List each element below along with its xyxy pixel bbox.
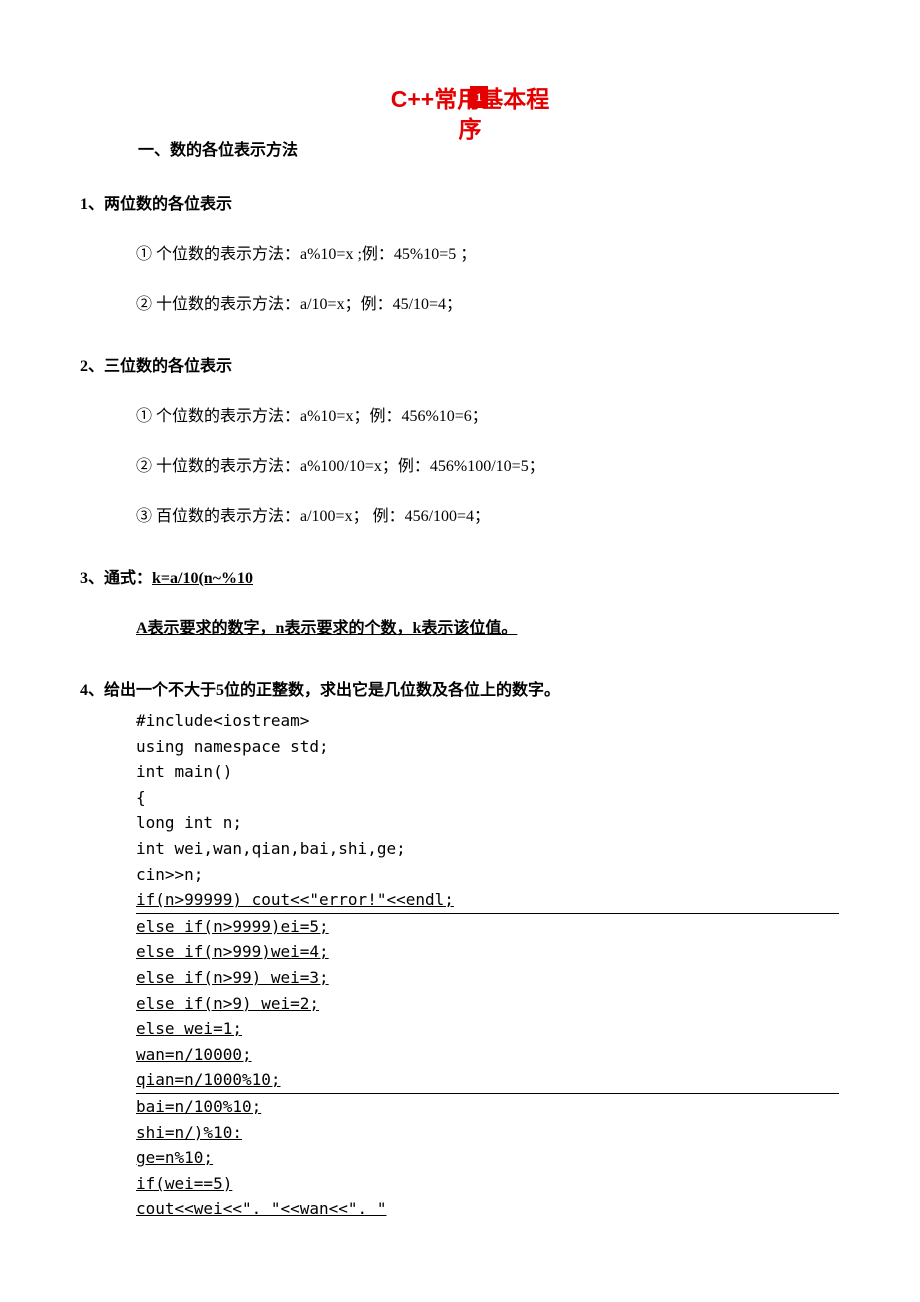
item-1-sub-1: ① 个位数的表示方法：a%10=x ;例：45%10=5 ； bbox=[136, 240, 840, 264]
item-2-sub-3: ③ 百位数的表示方法：a/100=x； 例：456/100=4； bbox=[136, 502, 840, 526]
code-line: else if(n>99) wei=3; bbox=[136, 965, 840, 991]
code-line: #include<iostream> bbox=[136, 708, 840, 734]
code-line: { bbox=[136, 785, 840, 811]
code-line: long int n; bbox=[136, 810, 840, 836]
code-line: qian=n/1000%10; bbox=[136, 1067, 840, 1093]
item-1: 1、两位数的各位表示 bbox=[80, 190, 840, 214]
code-line: wan=n/10000; bbox=[136, 1042, 840, 1068]
code-line: shi=n/)%10: bbox=[136, 1120, 840, 1146]
page-badge: 1 bbox=[470, 86, 488, 108]
code-line: else wei=1; bbox=[136, 1016, 840, 1042]
code-line: else if(n>9999)ei=5; bbox=[136, 914, 840, 940]
item-4: 4、给出一个不大于5位的正整数，求出它是几位数及各位上的数字。 bbox=[80, 676, 840, 700]
item-3-prefix: 3、通式： bbox=[80, 570, 152, 587]
code-line: using namespace std; bbox=[136, 734, 840, 760]
code-line: cin>>n; bbox=[136, 862, 840, 888]
title-area: C++常用基本程 序 1 一、数的各位表示方法 bbox=[80, 80, 840, 150]
item-3: 3、通式：k=a/10(n~%10 bbox=[80, 564, 840, 588]
code-line: if(n>99999) cout<<"error!"<<endl; bbox=[136, 887, 840, 913]
item-1-sub-2: ② 十位数的表示方法：a/10=x；例：45/10=4； bbox=[136, 290, 840, 314]
code-line: ge=n%10; bbox=[136, 1145, 840, 1171]
item-2-sub-2: ② 十位数的表示方法：a%100/10=x；例：456%100/10=5； bbox=[136, 452, 840, 476]
section-heading: 一、数的各位表示方法 bbox=[138, 136, 298, 160]
code-line: int main() bbox=[136, 759, 840, 785]
item-3-formula: k=a/10(n~%10 bbox=[152, 570, 253, 587]
page: C++常用基本程 序 1 一、数的各位表示方法 1、两位数的各位表示 ① 个位数… bbox=[0, 0, 920, 1262]
code-line: if(wei==5) bbox=[136, 1171, 840, 1197]
item-3-note-text: A表示要求的数字，n表示要求的个数，k表示该位值。 bbox=[136, 620, 517, 637]
code-line: else if(n>9) wei=2; bbox=[136, 991, 840, 1017]
item-2-sub-1: ① 个位数的表示方法：a%10=x；例：456%10=6； bbox=[136, 402, 840, 426]
code-block: #include<iostream>using namespace std;in… bbox=[136, 708, 840, 1222]
item-2: 2、三位数的各位表示 bbox=[80, 352, 840, 376]
code-line: else if(n>999)wei=4; bbox=[136, 939, 840, 965]
code-line: bai=n/100%10; bbox=[136, 1094, 840, 1120]
item-3-note: A表示要求的数字，n表示要求的个数，k表示该位值。 bbox=[136, 614, 840, 638]
code-line: cout<<wei<<". "<<wan<<". " bbox=[136, 1196, 840, 1222]
code-line: int wei,wan,qian,bai,shi,ge; bbox=[136, 836, 840, 862]
title-line-2: 序 bbox=[459, 116, 482, 142]
